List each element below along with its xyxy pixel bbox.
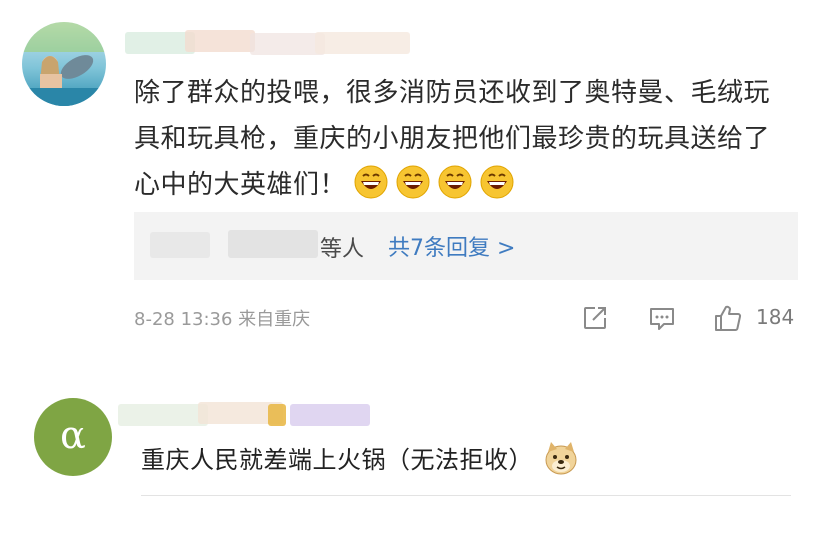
comment-meta: 8-28 13:36 来自重庆 [134, 309, 311, 330]
doge-icon [543, 440, 579, 476]
comment-body: 重庆人民就差端上火锅（无法拒收） [141, 446, 533, 474]
grinning-face-icon [438, 165, 472, 199]
avatar[interactable]: α [34, 398, 112, 476]
avatar-letter: α [60, 413, 86, 457]
thumbs-up-icon[interactable] [713, 303, 743, 333]
reply-user-blurred [150, 232, 210, 258]
grinning-face-icon [354, 165, 388, 199]
vip-badge-icon [268, 404, 286, 426]
avatar[interactable] [22, 22, 106, 106]
share-icon[interactable] [580, 303, 610, 333]
like-count: 184 [756, 305, 795, 329]
view-replies-link[interactable]: 共7条回复 > [388, 230, 515, 262]
username-blurred[interactable] [118, 400, 378, 428]
reply-users: 等人 [320, 237, 365, 262]
reply-user-blurred [228, 230, 318, 258]
comment-icon[interactable] [647, 303, 677, 333]
divider [141, 495, 791, 496]
comment-text: 重庆人民就差端上火锅（无法拒收） [141, 440, 579, 476]
member-badge-icon [290, 404, 370, 426]
avatar-photo [22, 22, 106, 106]
comment-text: 除了群众的投喂，很多消防员还收到了奥特曼、毛绒玩具和玩具枪，重庆的小朋友把他们最… [134, 70, 789, 208]
grinning-face-icon [396, 165, 430, 199]
grinning-face-icon [480, 165, 514, 199]
username-blurred[interactable] [125, 30, 415, 56]
